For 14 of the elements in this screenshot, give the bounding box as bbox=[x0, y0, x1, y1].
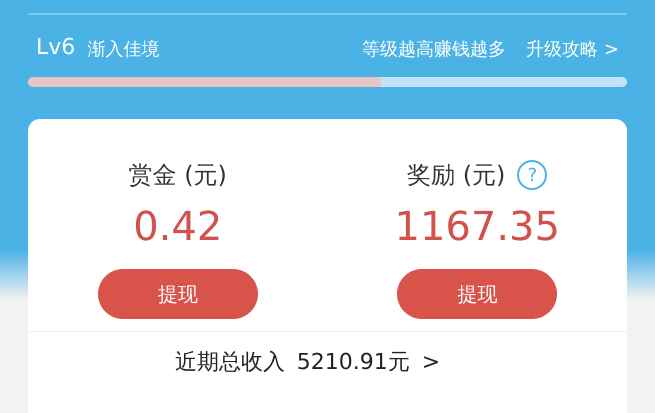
help-icon[interactable]: ? bbox=[517, 160, 548, 190]
total-income-label: 近期总收入 bbox=[174, 349, 285, 377]
balance-amount: 0.42 bbox=[133, 207, 222, 247]
level-label: Lv6 bbox=[36, 37, 76, 59]
upgrade-guide-link[interactable]: 升级攻略 > bbox=[526, 41, 619, 59]
level-hint: 等级越高赚钱越多 bbox=[362, 41, 506, 59]
balance-amount: 1167.35 bbox=[394, 207, 560, 247]
withdraw-button[interactable]: 提现 bbox=[397, 269, 558, 319]
total-income-amount: 5210.91元 bbox=[296, 349, 410, 377]
chevron-icon[interactable]: > bbox=[422, 346, 440, 379]
balance-label: 奖励 (元) bbox=[407, 160, 506, 191]
withdraw-button[interactable]: 提现 bbox=[98, 269, 258, 319]
level-title: 渐入佳境 bbox=[87, 41, 160, 59]
balance-label: 赏金 (元) bbox=[128, 160, 227, 191]
